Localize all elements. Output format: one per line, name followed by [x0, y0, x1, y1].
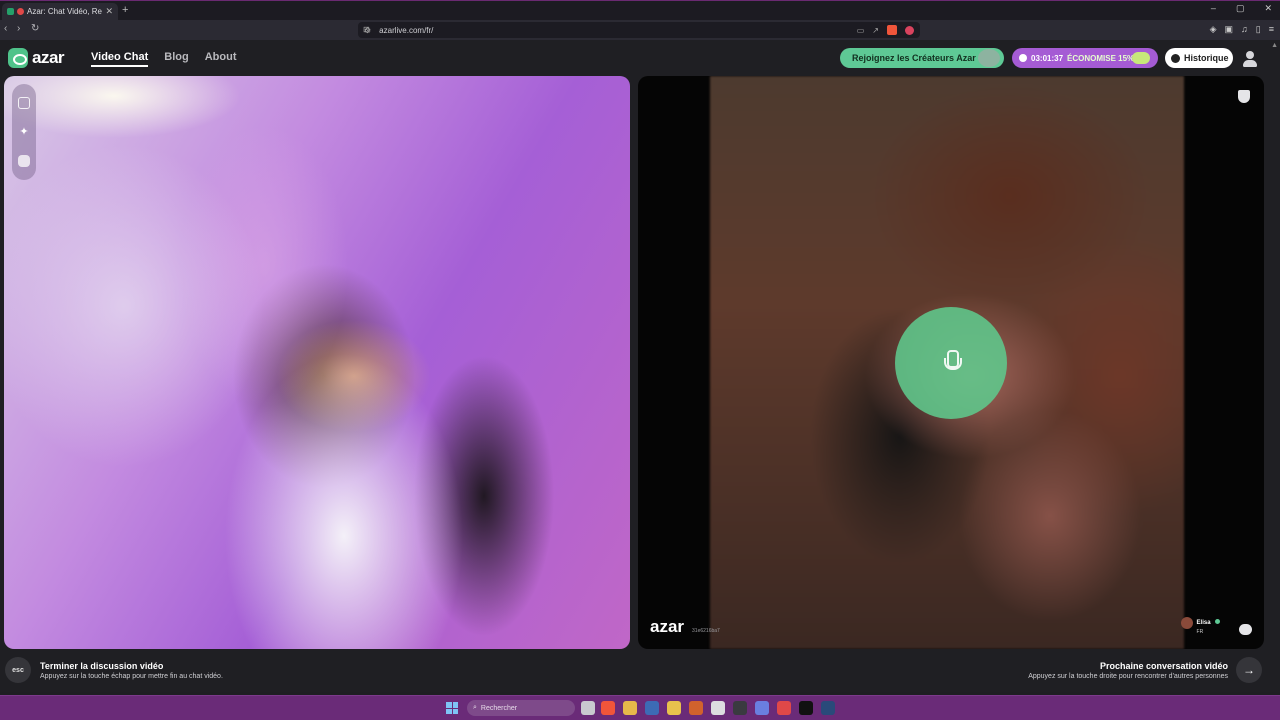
tab-close-icon[interactable]: ✕: [105, 6, 113, 17]
effects-sparkle-icon[interactable]: ✦: [18, 126, 30, 138]
watermark-id: 31e6216ba7: [692, 628, 720, 634]
minimize-button[interactable]: –: [1211, 3, 1216, 14]
app-icon[interactable]: [689, 701, 703, 715]
call-controls: esc Terminer la discussion vidéo Appuyez…: [0, 649, 1270, 692]
timer-promo: ÉCONOMISE 15%: [1067, 53, 1135, 63]
task-view-icon[interactable]: [581, 701, 595, 715]
peer-mic-indicator: [895, 307, 1007, 419]
taskbar-search[interactable]: ⌕ Rechercher: [467, 700, 575, 716]
history-label: Historique: [1184, 53, 1229, 63]
history-icon: [1171, 53, 1180, 63]
peer-country: FR: [1196, 629, 1204, 635]
wallet-icon[interactable]: ▣: [1225, 24, 1234, 35]
verified-badge-icon: [1215, 619, 1220, 624]
peer-avatar: [1180, 617, 1193, 629]
end-call-title: Terminer la discussion vidéo: [40, 661, 164, 671]
report-shield-icon[interactable]: [1238, 90, 1250, 103]
nav-blog[interactable]: Blog: [164, 51, 188, 67]
app-icon[interactable]: [733, 701, 747, 715]
address-bar[interactable]: ⚙ azarlive.com/fr/ ▭ ↗: [358, 22, 920, 38]
start-icon[interactable]: [446, 702, 458, 714]
forward-arrow-icon[interactable]: ›: [17, 23, 20, 34]
store-icon[interactable]: [711, 701, 725, 715]
azar-page: azar Video Chat Blog About Rejoignez les…: [0, 40, 1280, 692]
join-creators-label: Rejoignez les Créateurs Azar: [852, 53, 976, 63]
window-controls: – ▢ ✕: [1211, 3, 1280, 14]
microphone-app-icon[interactable]: [623, 701, 637, 715]
browser-tab[interactable]: Azar: Chat Vidéo, Rencontre ✕: [2, 3, 118, 20]
face-filter-icon[interactable]: [18, 155, 30, 168]
site-header: azar Video Chat Blog About Rejoignez les…: [0, 40, 1270, 76]
next-chat-button[interactable]: →: [1236, 657, 1262, 683]
brave-rewards-icon[interactable]: [905, 25, 914, 35]
back-arrow-icon[interactable]: ‹: [4, 23, 7, 34]
windows-taskbar: ⌕ Rechercher: [0, 695, 1280, 720]
share-icon[interactable]: ↗: [872, 26, 879, 35]
self-video-toolbar: ✦: [12, 84, 36, 180]
url-text: azarlive.com/fr/: [379, 25, 434, 35]
app-icon[interactable]: [645, 701, 659, 715]
logo-text: azar: [32, 48, 65, 67]
creators-illustration-icon: [978, 49, 1000, 67]
history-button[interactable]: Historique: [1165, 48, 1233, 68]
self-video-feed: ✦: [4, 76, 630, 649]
menu-icon[interactable]: ≡: [1269, 24, 1274, 35]
search-icon: ⌕: [473, 704, 477, 711]
clock-icon: [1019, 54, 1027, 62]
music-icon[interactable]: ♫: [1241, 24, 1248, 35]
end-call-button[interactable]: esc: [5, 657, 31, 683]
scroll-up-icon[interactable]: ▲: [1271, 42, 1278, 49]
browser-toolbar: ‹ › ↻ ⚙ azarlive.com/fr/ ▭ ↗ ⊡ ◈ ▣ ♫ ▯ ≡: [0, 20, 1280, 40]
new-tab-button[interactable]: +: [122, 4, 128, 16]
nav-about[interactable]: About: [205, 51, 237, 67]
main-nav: Video Chat Blog About: [91, 51, 236, 67]
peer-video-feed: azar 31e6216ba7 Elisa FR: [638, 76, 1264, 649]
tab-group-icon: [7, 8, 14, 15]
reload-icon[interactable]: ↻: [31, 23, 39, 34]
brave-browser-icon[interactable]: [601, 701, 615, 715]
recording-icon: [17, 8, 24, 15]
gem-icon: [1132, 52, 1150, 64]
extension-icon[interactable]: ◈: [1210, 24, 1217, 35]
join-creators-button[interactable]: Rejoignez les Créateurs Azar: [840, 48, 1004, 68]
nav-video-chat[interactable]: Video Chat: [91, 51, 149, 67]
profile-icon[interactable]: [1242, 51, 1258, 67]
sidebar-icon[interactable]: ▯: [1256, 24, 1261, 35]
next-chat-hint: Appuyez sur la touche droite pour rencon…: [1028, 673, 1228, 680]
brave-shields-icon[interactable]: [887, 25, 897, 35]
camera-switch-icon[interactable]: [18, 96, 30, 109]
promo-timer-button[interactable]: 03:01:37 ÉCONOMISE 15%: [1012, 48, 1158, 68]
azar-logo[interactable]: azar: [8, 48, 65, 68]
close-window-button[interactable]: ✕: [1264, 3, 1272, 14]
end-call-hint: Appuyez sur la touche échap pour mettre …: [40, 673, 223, 680]
maximize-button[interactable]: ▢: [1236, 3, 1245, 14]
chat-bubble-icon[interactable]: [1239, 624, 1252, 635]
file-explorer-icon[interactable]: [667, 701, 681, 715]
azar-logo-icon: [8, 48, 28, 68]
tab-title: Azar: Chat Vidéo, Rencontre: [27, 7, 103, 16]
app-icon[interactable]: [777, 701, 791, 715]
app-icon[interactable]: [799, 701, 813, 715]
timer-value: 03:01:37: [1031, 53, 1064, 63]
extension-icons: ◈ ▣ ♫ ▯ ≡: [1210, 24, 1274, 35]
peer-info[interactable]: Elisa FR: [1180, 611, 1220, 635]
peer-name: Elisa: [1196, 620, 1211, 626]
peer-watermark: azar 31e6216ba7: [650, 617, 720, 637]
taskbar-search-placeholder: Rechercher: [480, 704, 518, 712]
browser-tab-bar: Azar: Chat Vidéo, Rencontre ✕ + – ▢ ✕: [0, 0, 1280, 20]
cast-icon[interactable]: ▭: [857, 26, 865, 35]
discord-icon[interactable]: [755, 701, 769, 715]
bookmark-icon[interactable]: ⊡: [363, 25, 370, 34]
microphone-icon: [944, 350, 962, 376]
next-chat-title: Prochaine conversation vidéo: [1099, 661, 1228, 671]
steam-icon[interactable]: [821, 701, 835, 715]
watermark-logo: azar: [650, 617, 685, 636]
